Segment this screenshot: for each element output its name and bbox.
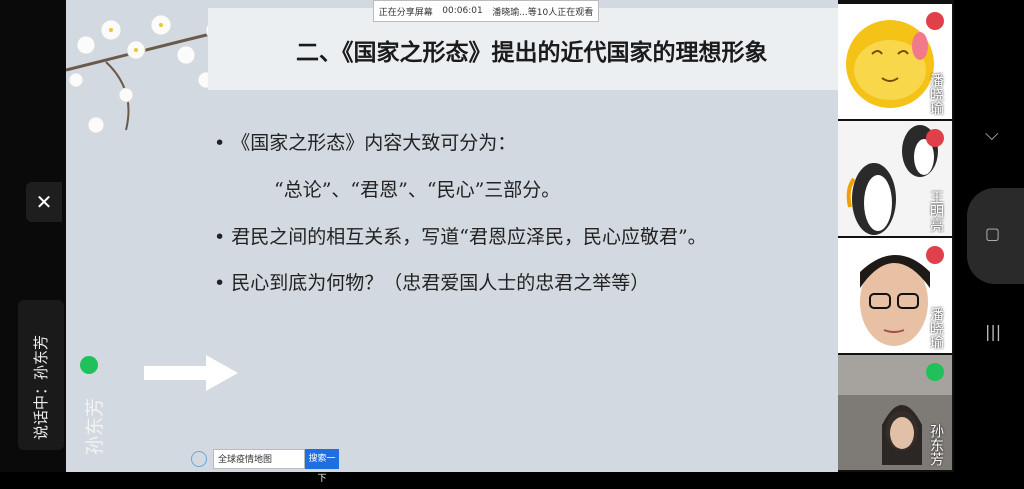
share-status: 正在分享屏幕 [378,7,433,18]
participant-name: 孙东芳 [928,424,944,466]
participant-name: 潘晓瑜 [928,73,944,115]
presenter-name: 孙东芳 [84,397,106,455]
bullet-2: • 君民之间的相互关系，写道“君恩应泽民，民心应敬君”。 [214,226,707,248]
shared-screen: 二、《国家之形态》提出的近代国家的理想形象 • 《国家之形态》内容大致可分为： … [66,0,838,472]
participant-tile[interactable]: 王明亮 [838,121,952,236]
participant-name: 王明亮 [928,190,944,232]
arrow-right-icon [144,355,238,391]
browser-icon [191,451,207,467]
mic-muted-icon [926,246,944,264]
chevron-down-icon[interactable]: ⌵ [985,124,999,145]
slide-title: 二、《国家之形态》提出的近代国家的理想形象 [296,40,768,66]
bullet-3: • 民心到底为何物？（忠君爱国人士的忠君之举等） [214,272,650,294]
mic-muted-icon [926,129,944,147]
mic-icon [80,356,98,374]
elapsed-time: 00:06:01 [442,6,483,16]
participant-tile[interactable]: 潘晓瑜 [838,4,952,119]
close-button[interactable]: ✕ [26,182,62,222]
menu-lines-icon[interactable]: ||| [985,322,1001,341]
share-status-bar: 正在分享屏幕 00:06:01 潘晓瑜...等10人正在观看 [373,0,599,22]
square-icon[interactable]: ▢ [985,224,1000,243]
participant-name: 潘晓瑜 [928,307,944,349]
search-box[interactable]: 全球疫情地图 [213,449,305,469]
speaking-label: 说话中：孙东芳 [32,334,50,440]
participant-tile[interactable]: 潘晓瑜 [838,238,952,353]
bullet-1: • 《国家之形态》内容大致可分为： [214,132,517,154]
participant-tile[interactable]: 孙东芳 [838,355,952,470]
viewers-count: 潘晓瑜...等10人正在观看 [492,7,594,18]
close-icon: ✕ [35,190,53,214]
bullet-1-detail: “总论”、“君恩”、“民心”三部分。 [274,179,561,201]
search-button[interactable]: 搜索一下 [305,449,339,484]
mic-muted-icon [926,12,944,30]
mic-live-icon [926,363,944,381]
